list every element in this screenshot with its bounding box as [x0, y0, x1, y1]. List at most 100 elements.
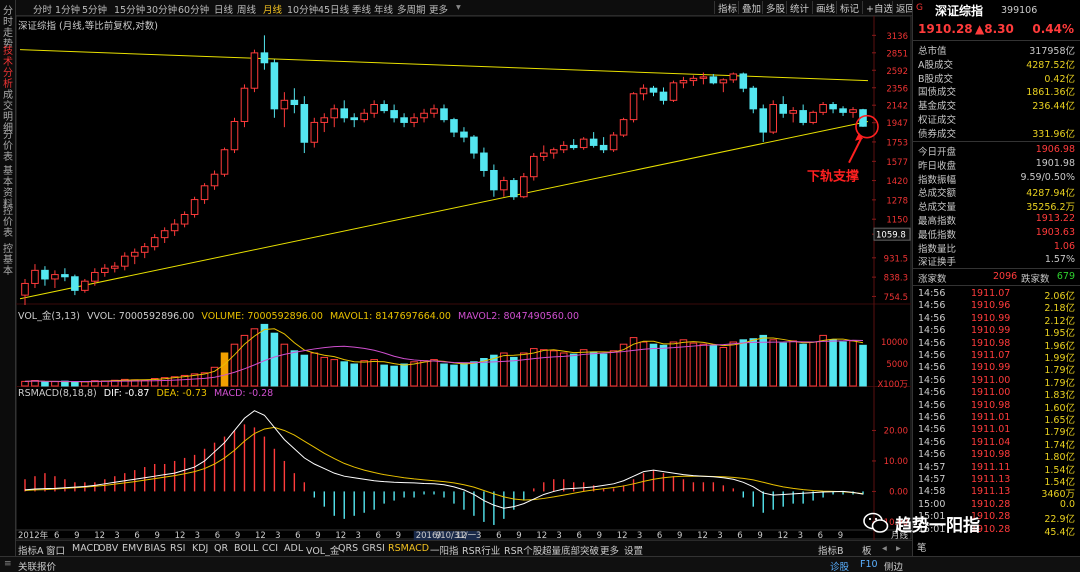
indicator-tab[interactable]: OBV — [98, 543, 118, 554]
period-item[interactable]: 45日线 — [318, 2, 349, 16]
indicator-tab[interactable]: RSI — [170, 543, 185, 554]
candle-body — [639, 87, 648, 95]
left-tab[interactable]: 技术分析 — [1, 46, 15, 90]
indicator-tab[interactable]: 一阳指 — [430, 543, 459, 557]
indicator-tab[interactable]: QR — [214, 543, 228, 554]
left-tab[interactable]: 控价表 — [1, 206, 15, 239]
left-tab[interactable]: 控基本 — [1, 244, 15, 277]
volume-bar — [280, 343, 289, 387]
tick-time: 14:56 — [918, 337, 946, 349]
scroll-left-icon[interactable]: ◂ — [882, 543, 887, 554]
indicator-tab[interactable]: BIAS — [144, 543, 166, 554]
annotation-text: 下轨支撑 — [807, 169, 859, 185]
indicator-tab[interactable]: BOLL — [234, 543, 258, 554]
linked-quote-label[interactable]: 关联报价 — [18, 559, 56, 572]
period-item[interactable]: 1分钟 — [55, 2, 80, 16]
vol-mavol2: MAVOL2: 8047490560.00 — [458, 311, 580, 322]
y-tick-label: 2142 — [886, 102, 908, 112]
indicator-tab[interactable]: 超量底部突破 — [542, 543, 599, 557]
status-f10[interactable]: F10 — [860, 559, 878, 570]
left-tab[interactable]: 成交明细 — [1, 90, 15, 134]
indicator-tab[interactable]: 设置 — [624, 543, 643, 557]
menu-icon[interactable]: ≡ — [4, 559, 12, 569]
macd-label: RSMACD(8,18,8) — [18, 388, 97, 399]
volume-bar — [759, 334, 768, 387]
indicator-tab[interactable]: VOL_金 — [306, 543, 339, 557]
tick-price: 1911.07 — [971, 288, 1011, 299]
candle-body — [789, 110, 797, 114]
period-item[interactable]: 年线 — [374, 2, 393, 16]
indicator-tab[interactable]: RSR个股 — [504, 543, 542, 557]
tick-row: 14:56 1910.99 1.79亿 — [913, 362, 1080, 376]
y-tick-label: 1059.8 — [876, 231, 906, 241]
macd-value: MACD: -0.28 — [213, 388, 274, 399]
candle-body — [520, 176, 528, 198]
indicator-tab[interactable]: 更多 — [600, 543, 619, 557]
y-tick-label: 1947 — [886, 119, 908, 129]
period-item[interactable]: 分时 — [33, 2, 52, 16]
candle-body — [709, 76, 718, 84]
stat-row: 指数量比 1.06 — [913, 241, 1080, 255]
tick-time: 14:56 — [918, 449, 946, 461]
indicator-tab[interactable]: ADL — [284, 543, 303, 554]
status-diagnose[interactable]: 诊股 — [830, 559, 849, 572]
candle-body — [190, 199, 199, 215]
toolbar-button[interactable]: 指标 — [714, 1, 740, 15]
period-item[interactable]: 更多 — [429, 2, 448, 16]
scroll-right-icon[interactable]: ▸ — [896, 543, 901, 554]
volume-bar — [729, 341, 738, 387]
indicator-tab[interactable]: 指标A — [18, 543, 44, 557]
indicator-tab[interactable]: RSR行业 — [462, 543, 500, 557]
indicator-tab[interactable]: CCI — [262, 543, 278, 554]
status-side[interactable]: 侧边 — [884, 559, 903, 572]
toolbar-button[interactable]: 叠加 — [738, 1, 764, 15]
toolbar-button[interactable]: +自选 — [862, 1, 896, 15]
indicator-tab[interactable]: KDJ — [192, 543, 208, 554]
tick-footer[interactable]: 笔 — [917, 540, 927, 554]
indicator-tab[interactable]: 窗口 — [46, 543, 65, 557]
indicator-tab[interactable]: MACD — [72, 543, 100, 554]
stat-value: 4287.94亿 — [1026, 188, 1075, 200]
period-item[interactable]: 季线 — [352, 2, 371, 16]
chart-area[interactable]: 3136 2851 2592 2356 2142 1947 1753 1577 1420 1278… — [15, 15, 912, 541]
indicator-tab[interactable]: QRS — [338, 543, 358, 554]
tick-time: 14:56 — [918, 436, 946, 448]
x-axis-label: 3 — [114, 531, 119, 540]
candle-body — [250, 52, 259, 89]
period-item[interactable]: 30分钟 — [146, 2, 177, 16]
tick-time: 14:57 — [918, 461, 946, 473]
indicator-b-tab[interactable]: 指标B — [818, 543, 844, 557]
period-item[interactable]: 月线 — [263, 2, 282, 16]
candle-body — [21, 282, 29, 296]
chevron-down-icon[interactable]: ▾ — [456, 2, 461, 13]
period-item[interactable]: 周线 — [237, 2, 256, 16]
indicator-tab[interactable]: EMV — [122, 543, 143, 554]
down-count: 679 — [1056, 271, 1075, 282]
kline-chart-svg[interactable]: 3136 2851 2592 2356 2142 1947 1753 1577 1420 1278… — [15, 15, 912, 541]
x-axis-label: 6 — [215, 531, 220, 540]
period-item[interactable]: 日线 — [214, 2, 233, 16]
toolbar-button[interactable]: 统计 — [786, 1, 812, 15]
toolbar-button[interactable]: 多股 — [762, 1, 788, 15]
volume-bar — [699, 343, 708, 387]
x-axis-label: 6 — [737, 531, 742, 540]
toolbar-button[interactable]: 画线 — [812, 1, 838, 15]
indicator-tab[interactable]: GRSI — [362, 543, 385, 554]
volume-bar — [81, 381, 89, 387]
period-item[interactable]: 5分钟 — [82, 2, 107, 16]
toolbar-button[interactable]: 标记 — [836, 1, 862, 15]
period-item[interactable]: 多周期 — [397, 2, 426, 16]
period-item[interactable]: 15分钟 — [114, 2, 145, 16]
period-item[interactable]: 10分钟 — [287, 2, 318, 16]
left-tab[interactable]: 分时走势 — [1, 6, 15, 50]
board-tab[interactable]: 板 — [862, 543, 872, 557]
tick-price: 1910.99 — [971, 362, 1011, 374]
volume-bar — [629, 337, 638, 387]
indicator-tab[interactable]: RSMACD — [388, 543, 429, 554]
left-tab[interactable]: 基本资料 — [1, 166, 15, 210]
stat-value: 4287.52亿 — [1026, 59, 1075, 71]
period-item[interactable]: 60分钟 — [178, 2, 209, 16]
left-tab[interactable]: 分价表 — [1, 130, 15, 163]
candle-body — [589, 138, 598, 146]
candle-body — [260, 52, 269, 64]
